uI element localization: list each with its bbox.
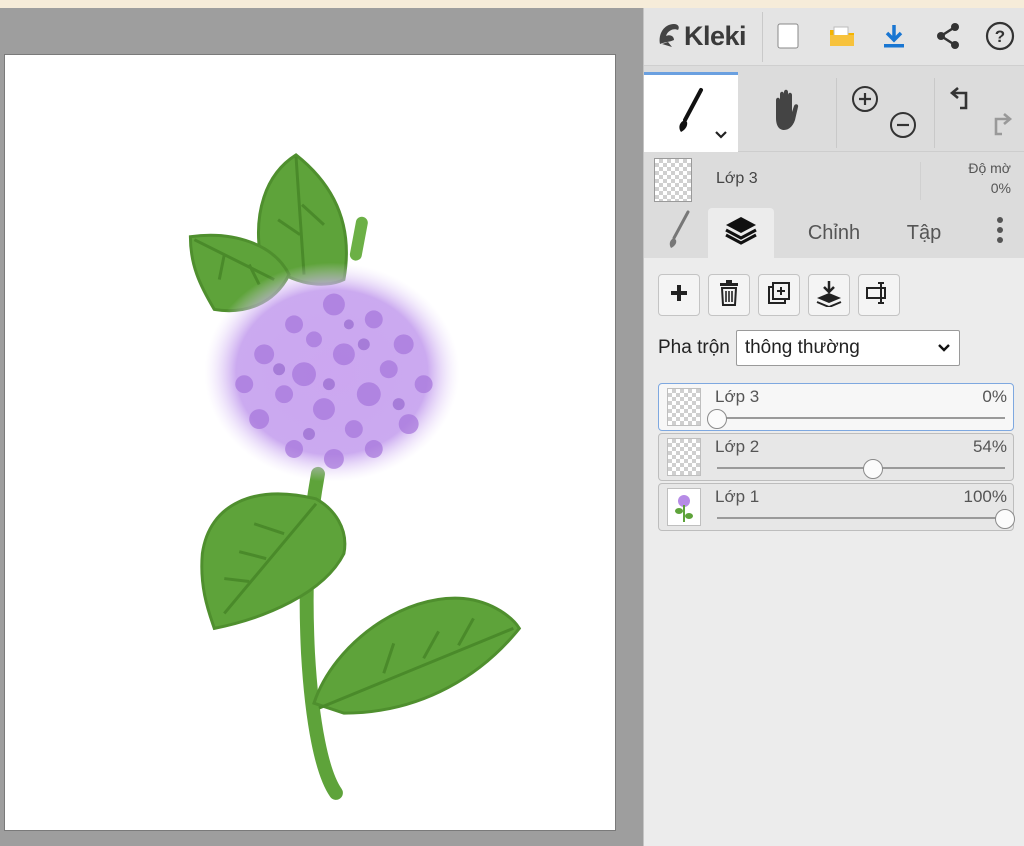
toolbar-divider bbox=[762, 12, 763, 62]
add-layer-button[interactable] bbox=[658, 274, 700, 316]
layer-row[interactable]: Lớp 2 54% bbox=[658, 433, 1014, 481]
current-layer-header: Lớp 3 Độ mờ 0% bbox=[644, 154, 1024, 206]
redo-icon[interactable] bbox=[984, 110, 1014, 145]
panel-tabs: Chỉnh sửa Tập tin bbox=[644, 208, 1024, 258]
opacity-slider-handle[interactable] bbox=[862, 459, 883, 479]
blend-mode-row: Pha trộn thông thường bbox=[658, 330, 1018, 366]
blend-mode-label: Pha trộn bbox=[658, 337, 730, 358]
tab-brush[interactable] bbox=[654, 208, 704, 258]
layer-name: Lớp 1 bbox=[715, 487, 760, 506]
opacity-slider-handle[interactable] bbox=[707, 409, 727, 429]
opacity-label: Độ mờ bbox=[968, 160, 1011, 176]
plus-icon bbox=[669, 283, 689, 308]
delete-layer-button[interactable] bbox=[708, 274, 750, 316]
layer-thumbnail bbox=[667, 438, 701, 476]
header-divider bbox=[920, 162, 921, 200]
tab-edit-label: Chỉnh sửa bbox=[807, 222, 861, 244]
tools-row bbox=[644, 72, 1024, 152]
merge-down-button[interactable] bbox=[808, 274, 850, 316]
opacity-readout: Độ mờ 0% bbox=[968, 158, 1011, 198]
kleki-logo[interactable]: Kleki bbox=[656, 18, 747, 54]
tab-layers[interactable] bbox=[708, 208, 774, 258]
brush-icon bbox=[671, 86, 711, 141]
svg-text:?: ? bbox=[995, 27, 1005, 46]
chevron-down-icon bbox=[937, 337, 951, 359]
layers-icon bbox=[723, 213, 759, 253]
rename-layer-button[interactable] bbox=[858, 274, 900, 316]
duplicate-layer-button[interactable] bbox=[758, 274, 800, 316]
opacity-slider-track[interactable] bbox=[717, 417, 1005, 419]
more-options[interactable] bbox=[980, 208, 1020, 258]
layer-row[interactable]: Lớp 1 100% bbox=[658, 483, 1015, 531]
hand-icon bbox=[766, 88, 806, 137]
new-file-icon[interactable] bbox=[772, 20, 804, 52]
layer-opacity-value: 100% bbox=[963, 487, 1007, 506]
opacity-slider-track[interactable] bbox=[717, 517, 1005, 519]
undo-icon[interactable] bbox=[948, 84, 978, 119]
tab-edit[interactable]: Chỉnh sửa bbox=[784, 208, 884, 258]
opacity-value: 0% bbox=[990, 180, 1011, 196]
hydrangea-artwork bbox=[188, 153, 522, 800]
tab-file[interactable]: Tập tin bbox=[888, 208, 960, 258]
layer-opacity-value: 0% bbox=[982, 387, 1007, 406]
zoom-in-icon[interactable] bbox=[850, 84, 880, 119]
tab-file-label: Tập tin bbox=[906, 222, 942, 244]
right-panel: Kleki ? Lớp 3 Độ mờ 0% Chỉnh Tập Pha trộ… bbox=[643, 8, 1024, 846]
merge-down-icon bbox=[815, 279, 843, 312]
canvas-area[interactable] bbox=[0, 8, 643, 846]
open-folder-icon[interactable] bbox=[826, 20, 858, 52]
zoom-out-icon[interactable] bbox=[888, 110, 918, 145]
chevron-down-icon[interactable] bbox=[714, 127, 728, 145]
app-name: Kleki bbox=[684, 20, 747, 51]
drawing-canvas[interactable] bbox=[4, 54, 616, 831]
tools-divider bbox=[836, 78, 837, 148]
duplicate-icon bbox=[766, 280, 792, 311]
download-icon[interactable] bbox=[878, 20, 910, 52]
tools-divider bbox=[934, 78, 935, 148]
layer-thumbnail bbox=[667, 488, 701, 526]
kleki-logo-icon bbox=[656, 20, 682, 53]
more-vertical-icon bbox=[996, 215, 1004, 251]
blend-mode-value: thông thường bbox=[744, 337, 860, 358]
brush-tool[interactable] bbox=[644, 72, 738, 152]
trash-icon bbox=[718, 279, 740, 311]
top-toolbar: Kleki ? bbox=[644, 8, 1024, 66]
zoom-controls bbox=[840, 72, 934, 152]
opacity-slider-track[interactable] bbox=[717, 467, 1005, 469]
layer-thumbnail bbox=[667, 388, 701, 426]
current-layer-thumbnail bbox=[654, 158, 692, 202]
layer-name: Lớp 3 bbox=[715, 387, 760, 406]
share-icon[interactable] bbox=[932, 20, 964, 52]
window-top-strip bbox=[0, 0, 1024, 8]
help-icon[interactable]: ? bbox=[984, 20, 1016, 52]
current-layer-name: Lớp 3 bbox=[716, 170, 758, 187]
history-controls bbox=[936, 72, 1024, 152]
opacity-slider-handle[interactable] bbox=[995, 509, 1015, 529]
layer-name: Lớp 2 bbox=[715, 437, 760, 456]
brush-tab-icon bbox=[664, 210, 694, 256]
rename-icon bbox=[865, 281, 893, 310]
layer-opacity-value: 54% bbox=[972, 437, 1007, 456]
blend-mode-select[interactable]: thông thường bbox=[735, 330, 960, 366]
hand-tool[interactable] bbox=[740, 72, 832, 152]
layer-row[interactable]: Lớp 3 0% bbox=[658, 383, 1014, 431]
